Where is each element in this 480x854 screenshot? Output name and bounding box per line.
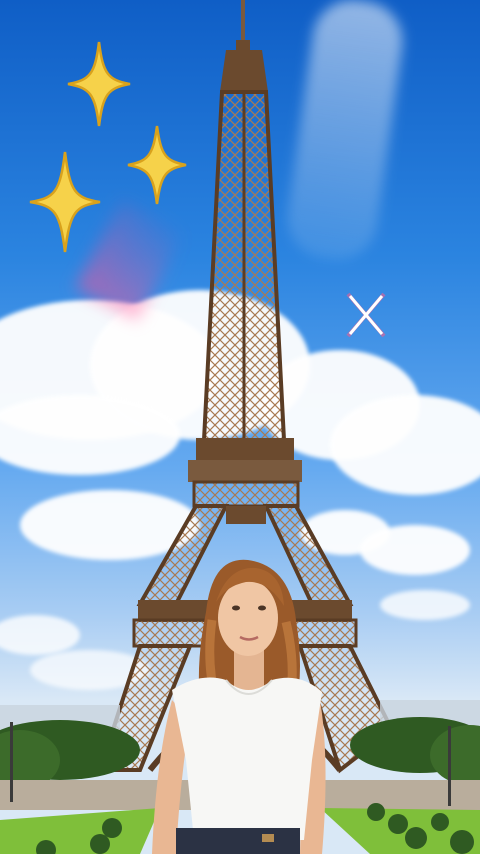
woman bbox=[152, 559, 326, 854]
photo-scene bbox=[0, 0, 480, 854]
